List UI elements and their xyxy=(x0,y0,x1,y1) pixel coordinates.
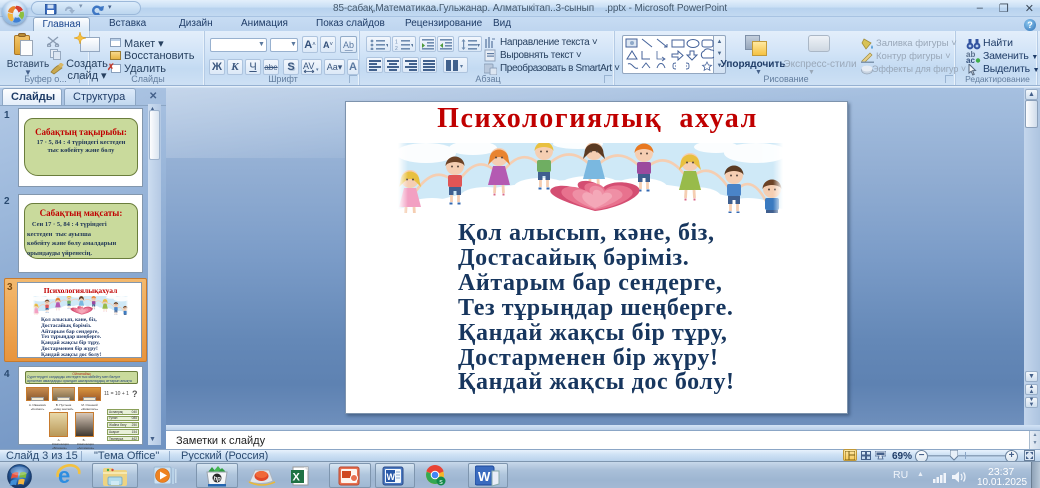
svg-text:▾: ▾ xyxy=(386,43,388,49)
svg-text:s: s xyxy=(439,479,443,486)
svg-text:▾: ▾ xyxy=(411,43,413,49)
svg-text:W: W xyxy=(478,469,491,484)
svg-text:▾: ▾ xyxy=(460,64,463,70)
svg-text:W: W xyxy=(387,472,396,482)
svg-text:▾: ▾ xyxy=(477,43,480,49)
svg-text:ac: ac xyxy=(966,56,975,63)
svg-text:2: 2 xyxy=(395,46,398,50)
svg-text:X: X xyxy=(293,472,301,484)
svg-text:▾: ▾ xyxy=(316,67,319,73)
svg-text:1: 1 xyxy=(395,39,398,45)
svg-text:AV: AV xyxy=(303,61,314,71)
svg-text:hp: hp xyxy=(214,477,222,483)
